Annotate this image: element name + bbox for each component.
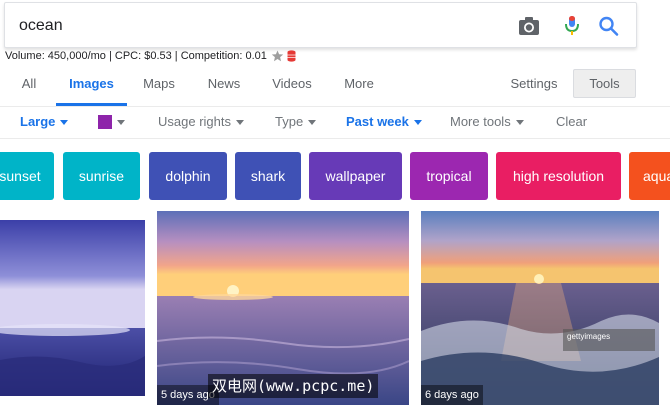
filters-divider xyxy=(0,138,670,139)
image-time-label: 6 days ago xyxy=(421,385,483,405)
chevron-down-icon xyxy=(117,119,125,125)
usage-rights-filter[interactable]: Usage rights xyxy=(158,111,244,133)
size-filter[interactable]: Large xyxy=(20,111,69,133)
search-tabs: All Images Maps News Videos More Setting… xyxy=(0,64,670,106)
site-watermark: 双电网(www.pcpc.me) xyxy=(208,374,379,398)
chip-sunset[interactable]: sunset xyxy=(0,152,54,200)
chevron-down-icon xyxy=(515,119,524,125)
tab-videos[interactable]: Videos xyxy=(268,64,316,106)
related-chips: sunset sunrise dolphin shark wallpaper t… xyxy=(0,152,670,200)
color-swatch xyxy=(98,115,112,129)
time-filter[interactable]: Past week xyxy=(346,111,422,133)
chip-high-resolution[interactable]: high resolution xyxy=(496,152,621,200)
chevron-down-icon xyxy=(60,119,69,125)
keyword-stats-bar: Volume: 450,000/mo | CPC: $0.53 | Compet… xyxy=(5,49,296,63)
keyword-stats-text: Volume: 450,000/mo | CPC: $0.53 | Compet… xyxy=(5,50,267,62)
search-input[interactable] xyxy=(19,13,479,39)
tabs-divider xyxy=(0,106,670,107)
microphone-icon[interactable] xyxy=(560,15,584,37)
tools-button[interactable]: Tools xyxy=(573,69,636,98)
tab-news[interactable]: News xyxy=(204,64,244,106)
chip-aqua[interactable]: aqua xyxy=(629,152,670,200)
getty-watermark: gettyimages xyxy=(567,332,611,341)
tools-filter-bar: Large Usage rights Type Past week More t… xyxy=(0,108,670,136)
color-filter[interactable] xyxy=(98,111,125,133)
more-tools-filter[interactable]: More tools xyxy=(450,111,524,133)
chevron-down-icon xyxy=(413,119,422,125)
chip-wallpaper[interactable]: wallpaper xyxy=(309,152,402,200)
image-result[interactable]: gettyimages 6 days ago xyxy=(421,211,659,405)
chip-sunrise[interactable]: sunrise xyxy=(63,152,140,200)
database-icon[interactable] xyxy=(287,50,296,62)
type-filter[interactable]: Type xyxy=(275,111,317,133)
chip-tropical[interactable]: tropical xyxy=(410,152,488,200)
image-result[interactable] xyxy=(0,220,145,396)
search-box[interactable] xyxy=(4,2,637,48)
search-icon[interactable] xyxy=(597,15,621,37)
tab-images[interactable]: Images xyxy=(56,64,127,106)
ocean-dusk-image xyxy=(0,220,145,396)
chip-dolphin[interactable]: dolphin xyxy=(149,152,227,200)
ocean-wave-image xyxy=(421,211,659,405)
clear-filters-link[interactable]: Clear xyxy=(556,111,587,133)
chip-shark[interactable]: shark xyxy=(235,152,301,200)
star-icon[interactable] xyxy=(271,50,284,62)
settings-link[interactable]: Settings xyxy=(507,64,561,106)
chevron-down-icon xyxy=(235,119,244,125)
camera-icon[interactable] xyxy=(517,15,541,37)
tab-maps[interactable]: Maps xyxy=(139,64,179,106)
tab-all[interactable]: All xyxy=(16,64,42,106)
chevron-down-icon xyxy=(308,119,317,125)
tab-more[interactable]: More xyxy=(340,64,378,106)
